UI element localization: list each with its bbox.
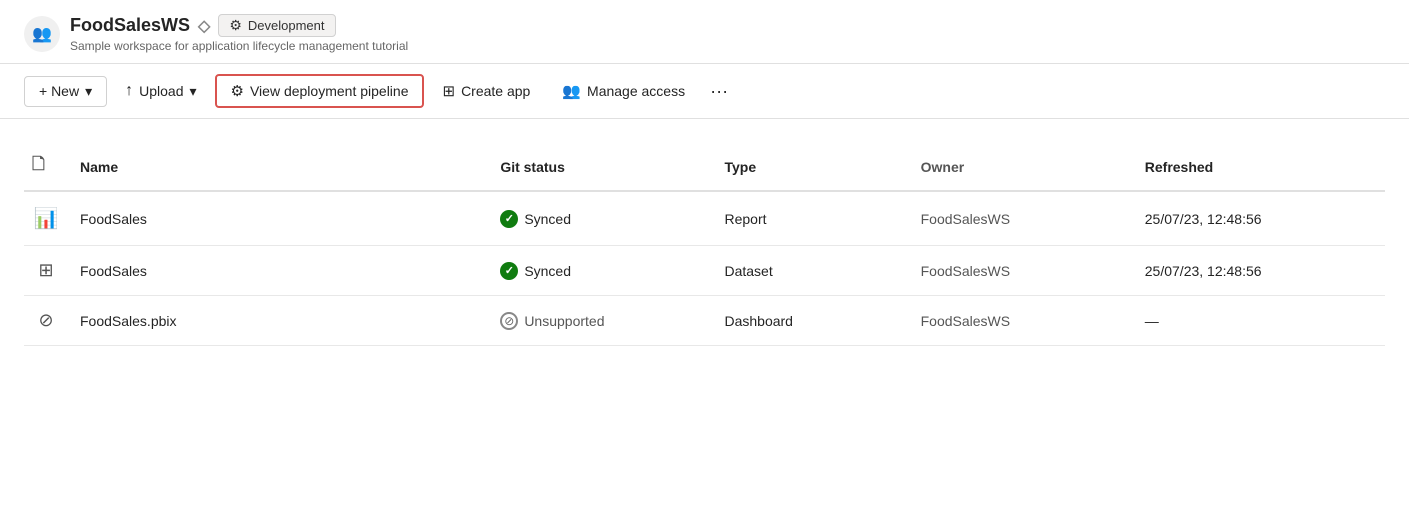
toolbar: + New ▾ ↑ Upload ▾ ⚙ View deployment pip…: [0, 64, 1409, 119]
pipeline-icon: ⚙: [231, 82, 244, 100]
main-content: 🗋 Name Git status Type Owner Refreshed: [0, 119, 1409, 346]
table-row[interactable]: ⊞ FoodSales Synced Dataset FoodSalesWS: [24, 246, 1385, 296]
col-header-owner: Owner: [909, 143, 1133, 191]
manage-access-button[interactable]: 👥 Manage access: [548, 76, 699, 106]
row-owner: FoodSalesWS: [909, 246, 1133, 296]
upload-caret-icon: ▾: [189, 83, 196, 100]
new-button-label: + New: [39, 83, 79, 99]
row-type: Dashboard: [712, 296, 908, 346]
view-pipeline-button[interactable]: ⚙ View deployment pipeline: [215, 74, 425, 108]
workspace-name: FoodSalesWS: [70, 15, 190, 36]
row-git-status: ⊘ Unsupported: [488, 296, 712, 346]
items-table: 🗋 Name Git status Type Owner Refreshed: [24, 143, 1385, 346]
col-header-refreshed: Refreshed: [1133, 143, 1385, 191]
table-header: 🗋 Name Git status Type Owner Refreshed: [24, 143, 1385, 191]
row-owner: FoodSalesWS: [909, 191, 1133, 246]
col-header-name: Name: [68, 143, 488, 191]
row-owner: FoodSalesWS: [909, 296, 1133, 346]
create-app-icon: ⊞: [442, 82, 455, 100]
pbix-icon: ⊘: [38, 310, 53, 330]
report-icon: 📊: [34, 208, 59, 230]
workspace-info: FoodSalesWS ◇ ⚙ Development Sample works…: [70, 14, 408, 53]
table-row[interactable]: ⊘ FoodSales.pbix ⊘ Unsupported Dashboard…: [24, 296, 1385, 346]
row-refreshed: 25/07/23, 12:48:56: [1133, 191, 1385, 246]
create-app-label: Create app: [461, 83, 530, 99]
row-icon: ⊞: [24, 246, 68, 296]
row-type: Dataset: [712, 246, 908, 296]
workspace-header: 👥 FoodSalesWS ◇ ⚙ Development Sample wor…: [0, 0, 1409, 64]
manage-access-label: Manage access: [587, 83, 685, 99]
row-icon: 📊: [24, 191, 68, 246]
col-header-git-status: Git status: [488, 143, 712, 191]
table-body: 📊 FoodSales Synced Report FoodSalesWS: [24, 191, 1385, 346]
more-icon: ···: [710, 81, 728, 102]
dataset-icon: ⊞: [38, 260, 53, 280]
table-row[interactable]: 📊 FoodSales Synced Report FoodSalesWS: [24, 191, 1385, 246]
synced-icon: [500, 262, 518, 280]
row-git-status: Synced: [488, 246, 712, 296]
new-button[interactable]: + New ▾: [24, 76, 107, 107]
row-icon: ⊘: [24, 296, 68, 346]
workspace-subtitle: Sample workspace for application lifecyc…: [70, 39, 408, 53]
badge-label: Development: [248, 18, 325, 33]
upload-icon: ↑: [125, 82, 133, 100]
more-options-button[interactable]: ···: [703, 75, 735, 107]
manage-access-icon: 👥: [562, 82, 581, 100]
row-refreshed: —: [1133, 296, 1385, 346]
environment-badge: ⚙ Development: [218, 14, 335, 37]
workspace-avatar: 👥: [24, 16, 60, 52]
col-header-type: Type: [712, 143, 908, 191]
create-app-button[interactable]: ⊞ Create app: [428, 76, 544, 106]
view-pipeline-label: View deployment pipeline: [250, 83, 409, 99]
workspace-title-row: FoodSalesWS ◇ ⚙ Development: [70, 14, 408, 37]
row-refreshed: 25/07/23, 12:48:56: [1133, 246, 1385, 296]
row-type: Report: [712, 191, 908, 246]
avatar-icon: 👥: [32, 24, 52, 44]
col-header-icon: 🗋: [24, 143, 68, 191]
new-caret-icon: ▾: [85, 83, 92, 100]
synced-icon: [500, 210, 518, 228]
row-git-status: Synced: [488, 191, 712, 246]
diamond-icon: ◇: [198, 16, 210, 36]
unsupported-icon: ⊘: [500, 312, 518, 330]
row-name: FoodSales.pbix: [68, 296, 488, 346]
file-icon: 🗋: [32, 156, 45, 173]
row-name: FoodSales: [68, 246, 488, 296]
row-name: FoodSales: [68, 191, 488, 246]
pipeline-icon: ⚙: [229, 17, 242, 34]
upload-button[interactable]: ↑ Upload ▾: [111, 76, 210, 106]
upload-button-label: Upload: [139, 83, 183, 99]
